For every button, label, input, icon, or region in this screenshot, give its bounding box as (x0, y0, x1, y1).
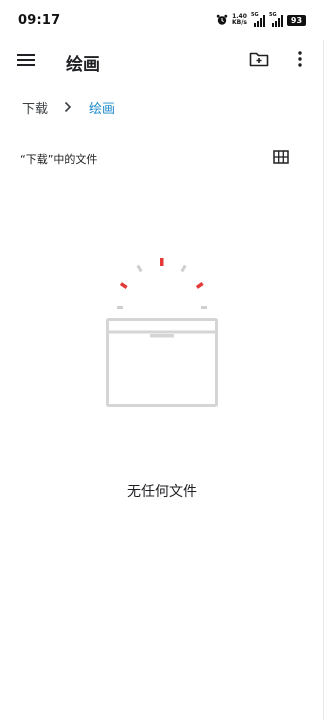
app-bar: 绘画 (0, 40, 324, 82)
view-toggle-button[interactable] (272, 149, 290, 168)
battery-icon: 93 (287, 14, 306, 26)
hamburger-menu-icon (17, 52, 35, 71)
section-title: “下载”中的文件 (20, 153, 98, 166)
status-time: 09:17 (18, 13, 61, 28)
sim2-signal-icon: 5G (269, 12, 283, 27)
breadcrumb-item-downloads[interactable]: 下载 (22, 98, 48, 117)
sim1-signal-icon: 5G (251, 12, 265, 27)
breadcrumb-item-current[interactable]: 绘画 (89, 98, 115, 117)
more-options-button[interactable] (288, 49, 312, 73)
create-folder-icon (249, 51, 269, 71)
empty-state-message: 无任何文件 (127, 484, 197, 500)
network-speed: 1.40 KB/s (232, 14, 247, 26)
more-vertical-icon (298, 51, 302, 71)
status-icons: 1.40 KB/s 5G 5G 93 (216, 12, 306, 28)
empty-box-icon (100, 252, 224, 412)
sim1-network-type: 5G (251, 12, 259, 18)
alarm-clock-icon (216, 11, 228, 30)
grid-view-icon (273, 149, 289, 168)
network-speed-unit: KB/s (232, 19, 247, 26)
chevron-right-icon (61, 100, 75, 114)
menu-button[interactable] (14, 49, 38, 73)
create-folder-button[interactable] (247, 49, 271, 73)
breadcrumb: 下载 绘画 (22, 97, 115, 117)
sim2-network-type: 5G (269, 12, 277, 18)
file-manager-screen: 09:17 1.40 KB/s 5G 5G 93 绘画 下载 绘画 “下载”中的… (0, 0, 324, 720)
status-bar: 09:17 1.40 KB/s 5G 5G 93 (0, 0, 324, 40)
page-title: 绘画 (66, 55, 100, 75)
